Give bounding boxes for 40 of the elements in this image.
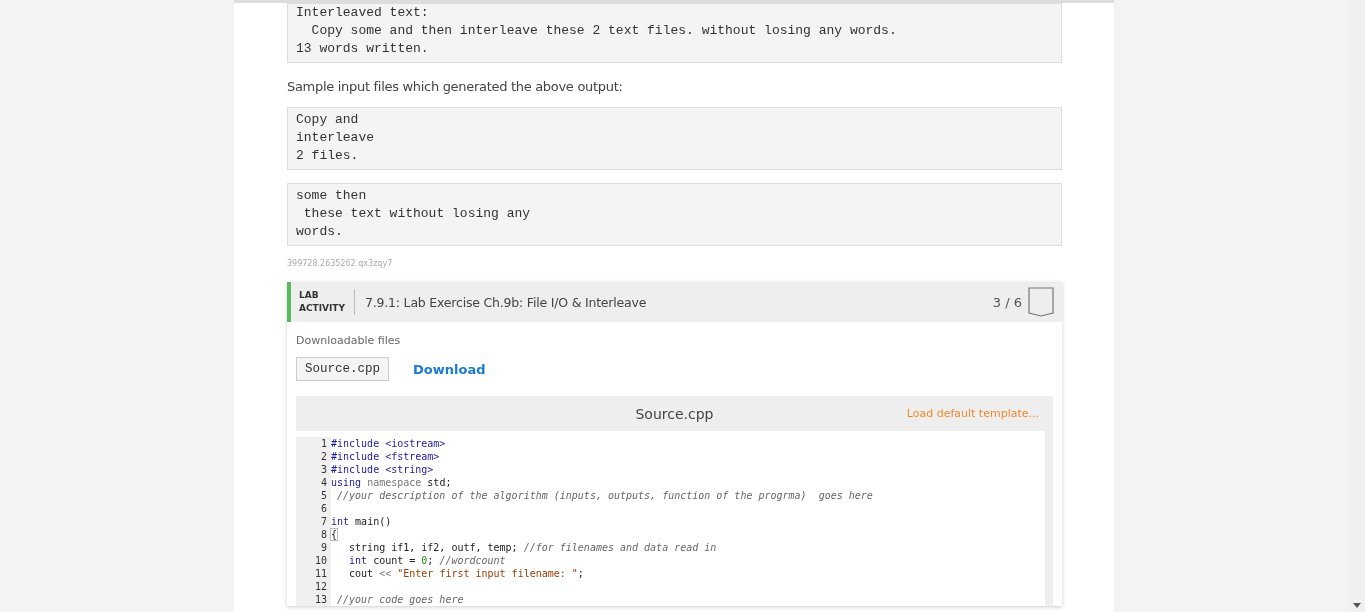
line-number: 5 bbox=[296, 489, 331, 502]
input-file-box: Copy and interleave 2 files. bbox=[287, 107, 1062, 170]
line-number: 13 bbox=[296, 593, 331, 606]
line-number: 12 bbox=[296, 580, 331, 593]
line-number: 4 bbox=[296, 476, 331, 489]
section-id: 399728.2635262.qx3zqy7 bbox=[287, 259, 394, 268]
code-line: { bbox=[331, 528, 338, 541]
line-number: 2 bbox=[296, 450, 331, 463]
badge-text: ACTIVITY bbox=[299, 302, 346, 315]
output-text-box: Interleaved text: Copy some and then interleave these 2 text files. without losing any words. 13 words written. bbox=[287, 3, 1062, 63]
code-line: string if1, if2, outf, temp; //for filenames and data read in bbox=[348, 541, 717, 554]
code-line: #include <string> bbox=[331, 463, 434, 476]
sample-caption: Sample input files which generated the above output: bbox=[287, 79, 624, 94]
code-line: //your code goes here bbox=[336, 593, 464, 606]
code-line: using namespace std; bbox=[331, 476, 452, 489]
line-number: 1 bbox=[296, 437, 331, 450]
line-number: 9 bbox=[296, 541, 331, 554]
code-line: #include <iostream> bbox=[331, 437, 446, 450]
chevron-shield-icon bbox=[1028, 287, 1054, 317]
line-number: 6 bbox=[296, 502, 331, 515]
line-number: 10 bbox=[296, 554, 331, 567]
score-text: 3 / 6 bbox=[992, 294, 1022, 310]
code-line: #include <fstream> bbox=[331, 450, 440, 463]
downloadable-files-label: Downloadable files bbox=[296, 334, 402, 347]
download-link[interactable]: Download bbox=[413, 361, 486, 377]
line-number: 11 bbox=[296, 567, 331, 580]
line-number: 8 bbox=[296, 528, 331, 541]
editor-filename: Source.cpp bbox=[635, 405, 714, 422]
file-name-button[interactable]: Source.cpp bbox=[296, 357, 389, 381]
line-number: 3 bbox=[296, 463, 331, 476]
line-number: 7 bbox=[296, 515, 331, 528]
code-line: cout << "Enter first input filename: "; bbox=[348, 567, 584, 580]
code-line: int main() bbox=[331, 515, 392, 528]
code-line: int count = 0; //wordcount bbox=[348, 554, 506, 567]
lab-title: 7.9.1: Lab Exercise Ch.9b: File I/O & Interleave bbox=[365, 294, 648, 310]
badge-text: LAB bbox=[299, 289, 320, 302]
code-area[interactable] bbox=[296, 431, 1045, 606]
input-file-box: some then these text without losing any words. bbox=[287, 183, 1062, 246]
load-template-link[interactable]: Load default template... bbox=[906, 407, 1039, 420]
code-line: //your description of the algorithm (inputs, outputs, function of the progrma) goes here bbox=[336, 489, 873, 502]
